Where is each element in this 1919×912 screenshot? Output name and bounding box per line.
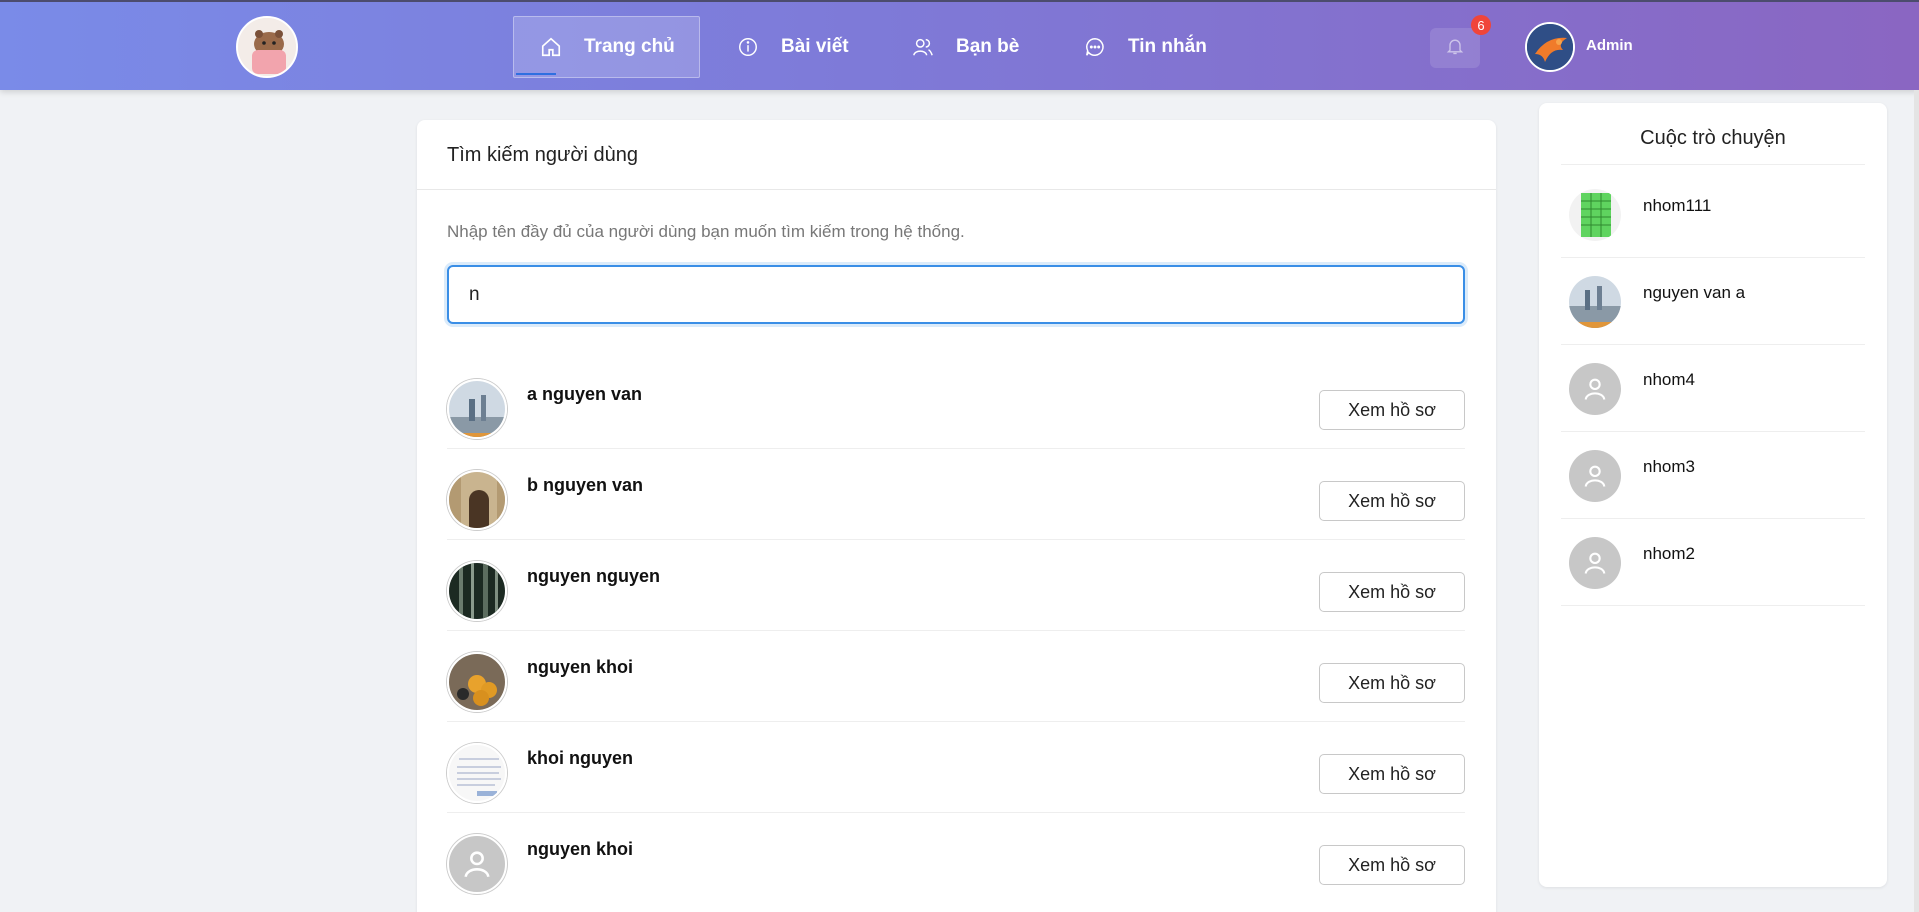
app-logo[interactable]	[236, 16, 298, 78]
nav-messages[interactable]: Tin nhắn	[1082, 16, 1207, 78]
result-name[interactable]: b nguyen van	[527, 475, 643, 496]
friends-icon	[910, 34, 936, 60]
nav-friends-label: Bạn bè	[956, 36, 1020, 57]
conversation-avatar	[1569, 276, 1621, 328]
nav-posts-label: Bài viết	[781, 36, 849, 57]
result-row: b nguyen van Xem hồ sơ	[447, 449, 1465, 540]
result-row: khoi nguyen Xem hồ sơ	[447, 722, 1465, 813]
view-profile-button[interactable]: Xem hồ sơ	[1319, 663, 1465, 703]
nav-home-label: Trang chủ	[584, 36, 675, 57]
top-navbar: Trang chủ Bài viết Bạn bè Tin nhắn 6 Adm…	[0, 0, 1919, 90]
default-avatar-icon	[1569, 363, 1621, 415]
nav-messages-label: Tin nhắn	[1128, 36, 1207, 57]
search-input[interactable]	[447, 265, 1465, 324]
conversation-name: nhom2	[1643, 544, 1695, 563]
conversation-item[interactable]: nhom3	[1561, 432, 1865, 519]
view-profile-button[interactable]: Xem hồ sơ	[1319, 845, 1465, 885]
result-avatar[interactable]	[447, 652, 507, 712]
home-icon	[538, 34, 564, 60]
result-name[interactable]: nguyen nguyen	[527, 566, 660, 587]
conversation-name: nhom4	[1643, 370, 1695, 389]
default-avatar-icon	[1569, 450, 1621, 502]
default-avatar-icon[interactable]	[447, 834, 507, 894]
notification-badge: 6	[1471, 15, 1491, 35]
default-avatar-icon	[1569, 537, 1621, 589]
search-card-title: Tìm kiếm người dùng	[417, 120, 1496, 190]
result-row: nguyen nguyen Xem hồ sơ	[447, 540, 1465, 631]
result-avatar[interactable]	[447, 561, 507, 621]
result-name[interactable]: nguyen khoi	[527, 657, 633, 678]
result-row: a nguyen van Xem hồ sơ	[447, 358, 1465, 449]
nav-home[interactable]: Trang chủ	[513, 16, 700, 78]
page-scrollbar[interactable]	[1914, 90, 1919, 912]
search-hint: Nhập tên đầy đủ của người dùng bạn muốn …	[447, 222, 965, 241]
conversations-panel: Cuộc trò chuyện nhom111 nguyen van a nho…	[1539, 103, 1887, 887]
result-name[interactable]: nguyen khoi	[527, 839, 633, 860]
conversation-item[interactable]: nhom2	[1561, 519, 1865, 606]
view-profile-button[interactable]: Xem hồ sơ	[1319, 754, 1465, 794]
nav-posts[interactable]: Bài viết	[735, 16, 849, 78]
user-name[interactable]: Admin	[1586, 37, 1633, 54]
result-name[interactable]: a nguyen van	[527, 384, 642, 405]
view-profile-button[interactable]: Xem hồ sơ	[1319, 390, 1465, 430]
bell-icon	[1445, 36, 1465, 61]
result-name[interactable]: khoi nguyen	[527, 748, 633, 769]
search-results: a nguyen van Xem hồ sơ b nguyen van Xem …	[447, 358, 1465, 904]
conversation-item[interactable]: nguyen van a	[1561, 258, 1865, 345]
conversation-avatar	[1569, 189, 1621, 241]
conversation-item[interactable]: nhom111	[1561, 171, 1865, 258]
conversation-name: nguyen van a	[1643, 283, 1746, 302]
view-profile-button[interactable]: Xem hồ sơ	[1319, 481, 1465, 521]
result-row: nguyen khoi Xem hồ sơ	[447, 813, 1465, 904]
conversation-name: nhom111	[1643, 196, 1712, 215]
result-avatar[interactable]	[447, 470, 507, 530]
view-profile-button[interactable]: Xem hồ sơ	[1319, 572, 1465, 612]
result-avatar[interactable]	[447, 379, 507, 439]
info-icon	[735, 34, 761, 60]
nav-friends[interactable]: Bạn bè	[910, 16, 1019, 78]
user-avatar[interactable]	[1525, 22, 1575, 72]
chat-icon	[1082, 34, 1108, 60]
result-row: nguyen khoi Xem hồ sơ	[447, 631, 1465, 722]
result-avatar[interactable]	[447, 743, 507, 803]
notification-button[interactable]	[1430, 28, 1480, 68]
conversation-name: nhom3	[1643, 457, 1695, 476]
active-indicator	[516, 73, 556, 75]
conversations-title: Cuộc trò chuyện	[1561, 121, 1865, 165]
search-card: Tìm kiếm người dùng Nhập tên đầy đủ của …	[417, 120, 1496, 912]
conversation-item[interactable]: nhom4	[1561, 345, 1865, 432]
